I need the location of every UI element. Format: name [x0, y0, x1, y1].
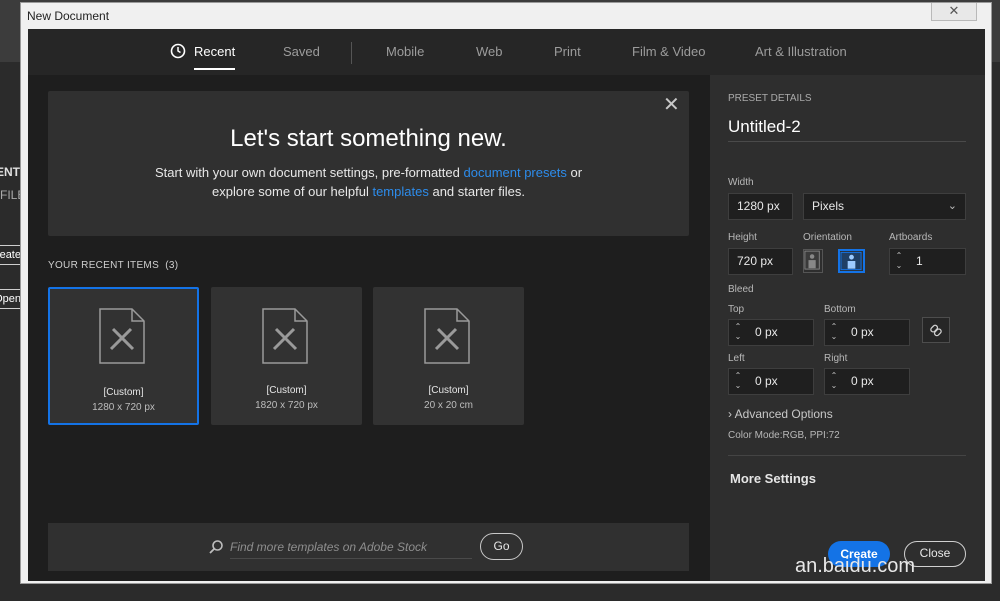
window-title: New Document	[27, 9, 110, 23]
orientation-label: Orientation	[803, 232, 852, 243]
banner-close-icon[interactable]: ✕	[663, 95, 680, 115]
bleed-right-label: Right	[824, 353, 848, 364]
color-mode-info: Color Mode:RGB, PPI:72	[728, 430, 840, 441]
recent-items-label: YOUR RECENT ITEMS	[48, 260, 160, 271]
bleed-left-stepper[interactable]: ⌃ ⌄ 0 px	[728, 368, 814, 395]
templates-link[interactable]: templates	[372, 184, 428, 199]
tab-recent[interactable]: Recent	[170, 43, 236, 70]
tab-bar: Recent Saved Mobile Web Print Film & Vid…	[28, 29, 985, 75]
link-bleed-button[interactable]	[922, 317, 950, 343]
recent-item-card[interactable]: [Custom] 1820 x 720 px	[211, 287, 362, 425]
recent-item-card[interactable]: [Custom] 1280 x 720 px	[48, 287, 199, 425]
titlebar: New Document ✕	[21, 3, 991, 29]
landscape-orientation-button[interactable]	[838, 249, 865, 273]
recent-items-heading: YOUR RECENT ITEMS (3)	[48, 260, 178, 271]
new-document-dialog: New Document ✕ Recent Saved Mobile Web P…	[20, 2, 992, 584]
search-icon	[209, 540, 223, 554]
banner-line2-text: explore some of our helpful	[212, 184, 369, 199]
bleed-right-value: 0 px	[851, 374, 874, 388]
background-open-button[interactable]: Open...	[0, 289, 22, 309]
stepper-arrows-icon: ⌃ ⌄	[734, 322, 742, 341]
bleed-bottom-value: 0 px	[851, 325, 874, 339]
more-settings-link[interactable]: More Settings	[730, 471, 816, 486]
artboards-label: Artboards	[889, 232, 933, 243]
link-icon	[930, 324, 942, 337]
tab-saved[interactable]: Saved	[283, 44, 320, 70]
stepper-arrows-icon: ⌃ ⌄	[830, 371, 838, 390]
preset-details-panel: PRESET DETAILS Untitled-2 Width 1280 px …	[710, 75, 985, 581]
banner-line1-post: or	[570, 165, 583, 180]
stepper-arrows-icon: ⌃ ⌄	[734, 371, 742, 390]
tab-print[interactable]: Print	[554, 44, 581, 70]
bleed-bottom-stepper[interactable]: ⌃ ⌄ 0 px	[824, 319, 910, 346]
width-label: Width	[728, 177, 754, 188]
left-panel: ✕ Let's start something new. Start with …	[28, 75, 710, 581]
watermark: an.baidu.com	[795, 555, 916, 577]
document-icon	[262, 308, 308, 364]
banner-line1-text: Start with your own document settings, p…	[154, 165, 460, 180]
document-name-field[interactable]: Untitled-2	[728, 117, 966, 142]
bleed-right-stepper[interactable]: ⌃ ⌄ 0 px	[824, 368, 910, 395]
preset-details-heading: PRESET DETAILS	[728, 93, 812, 104]
recent-item-name: [Custom]	[428, 385, 469, 396]
units-select[interactable]: Pixels ⌄	[803, 193, 966, 220]
advanced-options-toggle[interactable]: › Advanced Options	[728, 407, 833, 421]
recent-items-count: (3)	[165, 260, 179, 271]
bleed-label: Bleed	[728, 284, 754, 295]
tab-art-illustration[interactable]: Art & Illustration	[755, 44, 847, 70]
portrait-icon	[804, 250, 820, 270]
height-field[interactable]: 720 px	[728, 248, 793, 275]
height-label: Height	[728, 232, 757, 243]
banner-line2-post: and starter files.	[432, 184, 525, 199]
chevron-right-icon: ›	[728, 407, 732, 421]
artboards-stepper[interactable]: ⌃ ⌄ 1	[889, 248, 966, 275]
landscape-icon	[840, 251, 862, 271]
stock-search-input[interactable]	[230, 535, 472, 559]
divider	[728, 455, 966, 456]
tab-film-video[interactable]: Film & Video	[632, 44, 705, 70]
document-icon	[424, 308, 470, 364]
stepper-arrows-icon: ⌃ ⌄	[895, 251, 903, 270]
stock-search-bar: Go	[48, 523, 689, 571]
artboards-value: 1	[916, 254, 923, 268]
recent-item-size: 1280 x 720 px	[92, 402, 155, 413]
banner-title: Let's start something new.	[230, 125, 507, 152]
units-select-value: Pixels	[812, 199, 845, 213]
background-files-label: FILE	[0, 188, 20, 202]
welcome-banner: ✕ Let's start something new. Start with …	[48, 91, 689, 236]
advanced-options-label: Advanced Options	[734, 407, 833, 421]
bleed-top-stepper[interactable]: ⌃ ⌄ 0 px	[728, 319, 814, 346]
tab-separator	[351, 42, 352, 64]
recent-item-card[interactable]: [Custom] 20 x 20 cm	[373, 287, 524, 425]
recent-item-name: [Custom]	[266, 385, 307, 396]
portrait-orientation-button[interactable]	[803, 249, 823, 273]
background-create-button[interactable]: Create...	[0, 245, 22, 265]
document-icon	[99, 308, 145, 364]
window-close-button[interactable]: ✕	[931, 3, 977, 21]
recent-item-size: 20 x 20 cm	[424, 400, 473, 411]
go-button[interactable]: Go	[480, 533, 523, 560]
bleed-left-value: 0 px	[755, 374, 778, 388]
tab-recent-label: Recent	[194, 44, 236, 59]
width-field[interactable]: 1280 px	[728, 193, 793, 220]
tab-mobile[interactable]: Mobile	[386, 44, 424, 70]
bleed-left-label: Left	[728, 353, 745, 364]
background-recent-label: RECENT	[0, 165, 20, 179]
chevron-down-icon: ⌄	[947, 200, 957, 212]
clock-icon	[170, 43, 186, 59]
tab-web[interactable]: Web	[476, 44, 503, 70]
recent-item-name: [Custom]	[103, 387, 144, 398]
stepper-arrows-icon: ⌃ ⌄	[830, 322, 838, 341]
recent-item-size: 1820 x 720 px	[255, 400, 318, 411]
document-presets-link[interactable]: document presets	[464, 165, 567, 180]
bleed-top-value: 0 px	[755, 325, 778, 339]
bleed-top-label: Top	[728, 304, 745, 315]
dialog-client: Recent Saved Mobile Web Print Film & Vid…	[28, 29, 985, 581]
bleed-bottom-label: Bottom	[824, 304, 856, 315]
banner-text: Start with your own document settings, p…	[48, 163, 689, 201]
